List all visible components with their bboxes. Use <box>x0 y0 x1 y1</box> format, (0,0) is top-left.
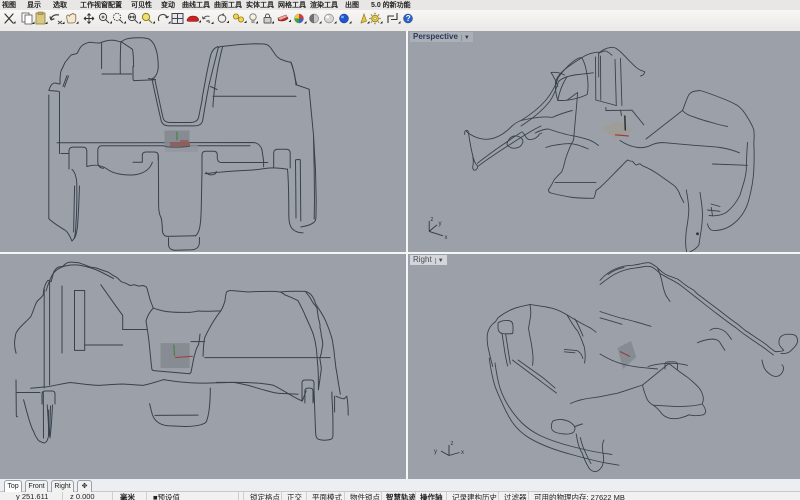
svg-text:x: x <box>445 235 448 241</box>
svg-text:x: x <box>461 450 464 456</box>
svg-text:?: ? <box>406 14 411 23</box>
svg-text:z: z <box>451 441 454 447</box>
svg-text:y: y <box>439 221 442 227</box>
svg-text:y: y <box>434 449 437 455</box>
svg-text:z: z <box>431 217 434 223</box>
